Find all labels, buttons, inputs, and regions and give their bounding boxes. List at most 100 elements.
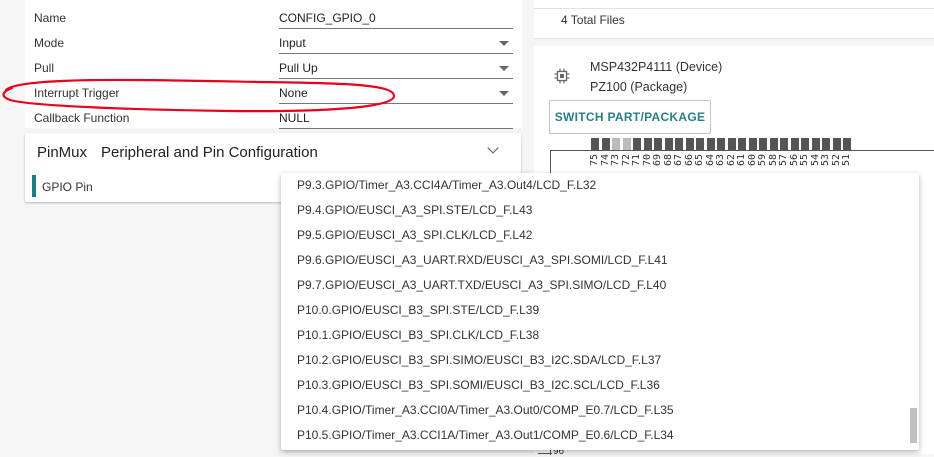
pin-tab[interactable] bbox=[675, 138, 683, 150]
dropdown-option[interactable]: P10.4.GPIO/Timer_A3.CCI0A/Timer_A3.Out0/… bbox=[281, 398, 909, 423]
divider bbox=[534, 8, 934, 9]
pin-number-label: 63 bbox=[715, 154, 726, 167]
name-field[interactable]: CONFIG_GPIO_0 bbox=[279, 11, 513, 29]
pin-number-label: 56 bbox=[788, 154, 800, 167]
pin-tab[interactable] bbox=[822, 138, 830, 150]
pin-tab[interactable] bbox=[664, 138, 673, 150]
pin-number-label: 52 bbox=[830, 154, 842, 167]
device-package: PZ100 (Package) bbox=[590, 80, 688, 94]
pin-tab[interactable] bbox=[780, 138, 788, 150]
pin-number-label: 70 bbox=[641, 154, 653, 167]
dropdown-option-label: P9.4.GPIO/EUSCI_A3_SPI.STE/LCD_F.L43 bbox=[297, 203, 533, 217]
pin-number-label: 53 bbox=[820, 154, 831, 167]
pin-tab[interactable] bbox=[717, 138, 725, 150]
pin-number-label: 65 bbox=[694, 154, 705, 167]
dropdown-option[interactable]: P9.3.GPIO/Timer_A3.CCI4A/Timer_A3.Out4/L… bbox=[281, 173, 909, 198]
dropdown-option-label: P9.3.GPIO/Timer_A3.CCI4A/Timer_A3.Out4/L… bbox=[297, 178, 597, 192]
pin-number-label: 54 bbox=[809, 154, 821, 167]
dropdown-option-label: P10.1.GPIO/EUSCI_B3_SPI.CLK/LCD_F.L38 bbox=[297, 328, 540, 342]
pin-tab[interactable] bbox=[811, 138, 820, 150]
pin-tab[interactable] bbox=[643, 138, 652, 150]
dropdown-option[interactable]: P9.4.GPIO/EUSCI_A3_SPI.STE/LCD_F.L43 bbox=[281, 198, 909, 223]
dropdown-option-label: P9.6.GPIO/EUSCI_A3_UART.RXD/EUSCI_A3_SPI… bbox=[297, 253, 668, 267]
pin-tab[interactable] bbox=[601, 138, 610, 150]
chevron-down-icon bbox=[499, 41, 509, 46]
pin-tab[interactable] bbox=[591, 138, 599, 150]
pin-number-label: 62 bbox=[725, 154, 737, 167]
name-row: Name CONFIG_GPIO_0 bbox=[25, 8, 522, 30]
pin-tab[interactable] bbox=[738, 138, 746, 150]
pin-tab[interactable] bbox=[685, 138, 694, 150]
pin-tab[interactable] bbox=[612, 138, 620, 150]
mode-row: Mode Input bbox=[25, 33, 522, 55]
pin-tab[interactable] bbox=[801, 138, 809, 150]
pin-number-label: 66 bbox=[683, 154, 695, 167]
pin-number-label: 61 bbox=[736, 154, 747, 167]
pin-tab[interactable] bbox=[706, 138, 715, 150]
dropdown-option[interactable]: P10.5.GPIO/Timer_A3.CCI1A/Timer_A3.Out1/… bbox=[281, 423, 909, 448]
dropdown-option[interactable]: P10.0.GPIO/EUSCI_B3_SPI.STE/LCD_F.L39 bbox=[281, 298, 909, 323]
pin-number-label: 64 bbox=[704, 154, 716, 167]
pin-tab[interactable] bbox=[790, 138, 799, 150]
chevron-down-icon[interactable] bbox=[487, 142, 499, 154]
pull-label: Pull bbox=[34, 61, 55, 75]
pin-number-label: 74 bbox=[599, 154, 611, 167]
total-files-text: 4 Total Files bbox=[561, 13, 625, 27]
dropdown-option-label: P10.0.GPIO/EUSCI_B3_SPI.STE/LCD_F.L39 bbox=[297, 303, 540, 317]
chevron-down-icon bbox=[499, 91, 509, 96]
pin-number-label: 69 bbox=[652, 154, 663, 167]
chevron-down-icon bbox=[499, 66, 509, 71]
dropdown-option[interactable]: P10.3.GPIO/EUSCI_B3_SPI.SOMI/EUSCI_B3_I2… bbox=[281, 373, 909, 398]
pin-number-label: 55 bbox=[799, 154, 810, 167]
device-name: MSP432P4111 (Device) bbox=[590, 60, 723, 74]
chip-icon bbox=[554, 68, 570, 84]
dropdown-option[interactable]: P9.6.GPIO/EUSCI_A3_UART.RXD/EUSCI_A3_SPI… bbox=[281, 248, 909, 273]
pin-tab[interactable] bbox=[843, 138, 851, 150]
dropdown-option-label: P10.5.GPIO/Timer_A3.CCI1A/Timer_A3.Out1/… bbox=[297, 428, 674, 442]
dropdown-option[interactable]: P10.2.GPIO/EUSCI_B3_SPI.SIMO/EUSCI_B3_I2… bbox=[281, 348, 909, 373]
pin-dropdown-list: P9.3.GPIO/Timer_A3.CCI4A/Timer_A3.Out4/L… bbox=[281, 173, 919, 450]
pull-value: Pull Up bbox=[279, 61, 318, 75]
pin-number-label: 51 bbox=[841, 154, 852, 167]
dropdown-option[interactable]: P9.5.GPIO/EUSCI_A3_SPI.CLK/LCD_F.L42 bbox=[281, 223, 909, 248]
pin-number-label: 75 bbox=[589, 154, 600, 167]
pin-tab[interactable] bbox=[759, 138, 767, 150]
mode-select[interactable]: Input bbox=[279, 36, 513, 54]
scrollbar-thumb[interactable] bbox=[910, 408, 917, 443]
pin-tab[interactable] bbox=[727, 138, 736, 150]
gpio-accent-bar bbox=[32, 175, 36, 197]
name-label: Name bbox=[34, 11, 67, 25]
pin-number-label: 71 bbox=[631, 154, 642, 167]
pin-tab[interactable] bbox=[832, 138, 841, 150]
files-card: 4 Total Files bbox=[534, 0, 934, 39]
mode-label: Mode bbox=[34, 36, 65, 50]
pin-number-label: 73 bbox=[610, 154, 621, 167]
dropdown-option-label: P9.5.GPIO/EUSCI_A3_SPI.CLK/LCD_F.L42 bbox=[297, 228, 533, 242]
gpio-pin-row[interactable]: GPIO Pin bbox=[32, 175, 292, 197]
switch-part-package-button[interactable]: SWITCH PART/PACKAGE bbox=[549, 100, 711, 134]
pin-tab[interactable] bbox=[654, 138, 662, 150]
pin-number-label: 58 bbox=[767, 154, 779, 167]
dropdown-option-label: P10.3.GPIO/EUSCI_B3_SPI.SOMI/EUSCI_B3_I2… bbox=[297, 378, 660, 392]
pin-tab[interactable] bbox=[769, 138, 778, 150]
pin-tab[interactable] bbox=[696, 138, 704, 150]
name-value: CONFIG_GPIO_0 bbox=[279, 11, 376, 25]
annotation-ellipse bbox=[2, 78, 396, 113]
pin-number-label: 59 bbox=[757, 154, 768, 167]
pinmux-subtitle: Peripheral and Pin Configuration bbox=[101, 144, 318, 161]
pin-number-label: 72 bbox=[620, 154, 632, 167]
pinmux-title: PinMux bbox=[37, 144, 88, 161]
pin-number-label: 68 bbox=[662, 154, 674, 167]
dropdown-option-label: P9.7.GPIO/EUSCI_A3_UART.TXD/EUSCI_A3_SPI… bbox=[297, 278, 667, 292]
pin-tab[interactable] bbox=[622, 138, 631, 150]
pin-tab[interactable] bbox=[633, 138, 641, 150]
pin-number-label: 67 bbox=[673, 154, 684, 167]
pin-number-label: 57 bbox=[778, 154, 789, 167]
mode-value: Input bbox=[279, 36, 306, 50]
pin-tab[interactable] bbox=[748, 138, 757, 150]
pin-number-label: 60 bbox=[746, 154, 758, 167]
dropdown-option-label: P10.4.GPIO/Timer_A3.CCI0A/Timer_A3.Out0/… bbox=[297, 403, 674, 417]
dropdown-option[interactable]: P10.1.GPIO/EUSCI_B3_SPI.CLK/LCD_F.L38 bbox=[281, 323, 909, 348]
dropdown-option[interactable]: P9.7.GPIO/EUSCI_A3_UART.TXD/EUSCI_A3_SPI… bbox=[281, 273, 909, 298]
gpio-pin-label: GPIO Pin bbox=[42, 180, 93, 194]
